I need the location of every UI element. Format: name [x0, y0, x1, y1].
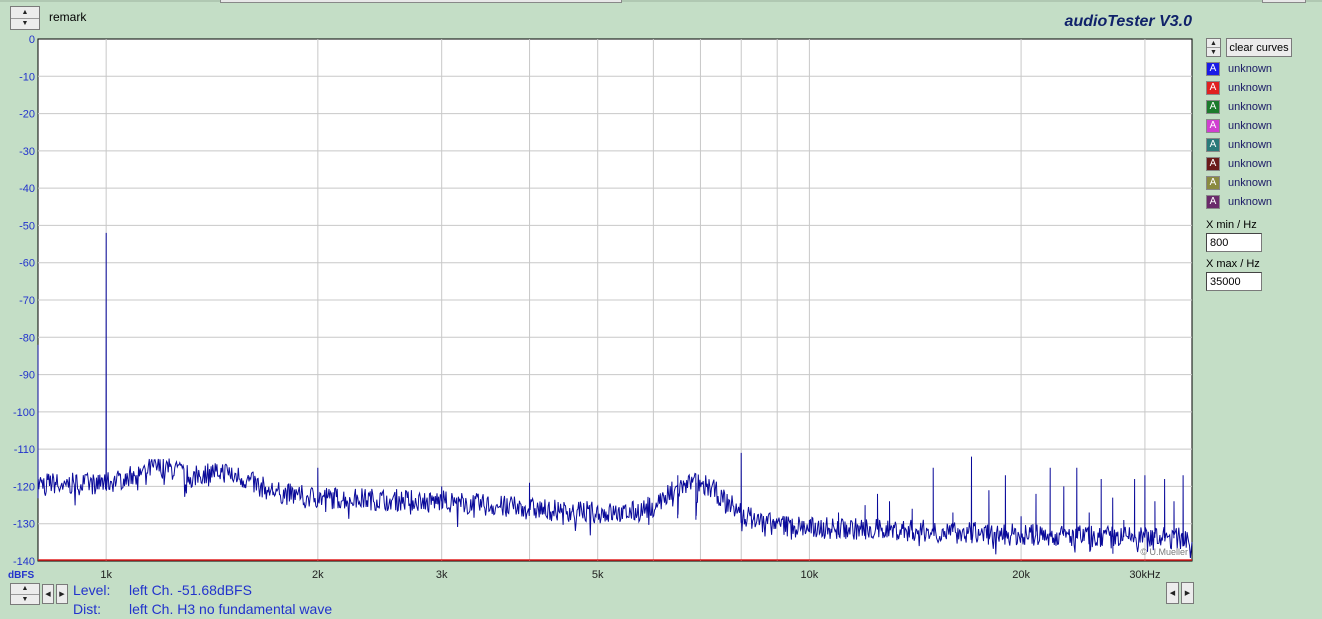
y-tick-label: -130 [13, 519, 35, 531]
y-tick-label: -20 [19, 109, 35, 121]
pan-right-button[interactable]: ▶ [1181, 582, 1194, 604]
x-tick-label: 30kHz [1129, 569, 1160, 581]
curve-color-swatch[interactable]: A [1206, 99, 1220, 114]
x-tick-label: 3k [436, 569, 448, 581]
y-tick-label: -140 [13, 556, 35, 568]
arrow-down-icon[interactable]: ▼ [11, 595, 39, 605]
y-tick-label: -70 [19, 295, 35, 307]
legend-item[interactable]: Aunknown [1206, 117, 1272, 134]
xmin-input[interactable] [1206, 233, 1262, 252]
x-tick-label: 5k [592, 569, 604, 581]
x-tick-label: 10k [801, 569, 819, 581]
window-top-tab [1262, 0, 1306, 3]
y-tick-label: 0 [29, 34, 35, 46]
y-tick-label: -50 [19, 220, 35, 232]
legend-item-label: unknown [1228, 157, 1273, 170]
x-tick-label: 20k [1012, 569, 1030, 581]
curve-color-swatch[interactable]: A [1206, 137, 1220, 152]
clear-curves-button[interactable]: clear curves [1226, 38, 1292, 57]
curve-color-swatch[interactable]: A [1206, 118, 1220, 133]
y-tick-label: -100 [13, 407, 35, 419]
legend-item-label: unknown [1228, 100, 1273, 113]
curve-color-swatch[interactable]: A [1206, 194, 1220, 209]
dist-value: left Ch. H3 no fundamental wave [129, 601, 333, 617]
legend-spinner[interactable]: ▲ ▼ [1206, 38, 1221, 57]
watermark: © U.Mueller [1140, 547, 1188, 557]
legend-item[interactable]: Aunknown [1206, 174, 1272, 191]
y-axis: 0 -10 -20 -30 -40 -50 -60 -70 -80 -90 -100 -110 -120… [13, 34, 35, 568]
arrow-right-icon: ▶ [1184, 589, 1191, 597]
curve-color-swatch[interactable]: A [1206, 156, 1220, 171]
xmax-input[interactable] [1206, 272, 1262, 291]
legend-item[interactable]: Aunknown [1206, 155, 1272, 172]
x-tick-label: 2k [312, 569, 324, 581]
legend-item-label: unknown [1228, 62, 1273, 75]
arrow-right-icon: ▶ [59, 590, 65, 598]
curve-color-swatch[interactable]: A [1206, 175, 1220, 190]
legend-item-label: unknown [1228, 119, 1273, 132]
arrow-left-icon: ◀ [45, 590, 51, 598]
arrow-left-icon: ◀ [1169, 589, 1176, 597]
y-tick-label: -60 [19, 258, 35, 270]
xmin-label: X min / Hz [1206, 219, 1257, 231]
y-tick-label: -40 [19, 183, 35, 195]
level-value: left Ch. -51.68dBFS [129, 582, 252, 598]
curve-color-swatch[interactable]: A [1206, 80, 1220, 95]
legend-item-label: unknown [1228, 176, 1273, 189]
legend-item[interactable]: Aunknown [1206, 60, 1272, 77]
arrow-down-icon[interactable]: ▼ [1207, 48, 1220, 56]
curve-color-swatch[interactable]: A [1206, 61, 1220, 76]
y-tick-label: -80 [19, 332, 35, 344]
y-axis-label: dBFS [8, 570, 34, 581]
dist-label: Dist: [73, 601, 101, 617]
y-tick-label: -110 [14, 444, 35, 456]
level-label: Level: [73, 582, 111, 598]
y-tick-label: -90 [19, 370, 35, 382]
legend-item[interactable]: Aunknown [1206, 98, 1272, 115]
pan-left-button[interactable]: ◀ [1166, 582, 1179, 604]
legend-item-label: unknown [1228, 195, 1273, 208]
y-tick-label: -30 [19, 146, 35, 158]
spectrum-chart: 0 -10 -20 -30 -40 -50 -60 -70 -80 -90 -100 -110 -120… [8, 34, 1193, 581]
scroll-left-button[interactable]: ◀ [42, 584, 54, 604]
legend-item[interactable]: Aunknown [1206, 193, 1272, 210]
legend-item[interactable]: Aunknown [1206, 79, 1272, 96]
x-axis: 1k 2k 3k 5k 10k 20k 30kHz [100, 569, 1160, 581]
arrow-up-icon[interactable]: ▲ [11, 584, 39, 595]
x-tick-label: 1k [100, 569, 112, 581]
y-tick-label: -10 [19, 71, 35, 83]
legend-item-label: unknown [1228, 81, 1273, 94]
legend-item-label: unknown [1228, 138, 1273, 151]
legend-item[interactable]: Aunknown [1206, 136, 1272, 153]
info-spinner[interactable]: ▲ ▼ [10, 583, 40, 605]
y-tick-label: -120 [13, 481, 35, 493]
arrow-up-icon[interactable]: ▲ [1207, 39, 1220, 48]
xmax-label: X max / Hz [1206, 258, 1260, 270]
scroll-right-button[interactable]: ▶ [56, 584, 68, 604]
